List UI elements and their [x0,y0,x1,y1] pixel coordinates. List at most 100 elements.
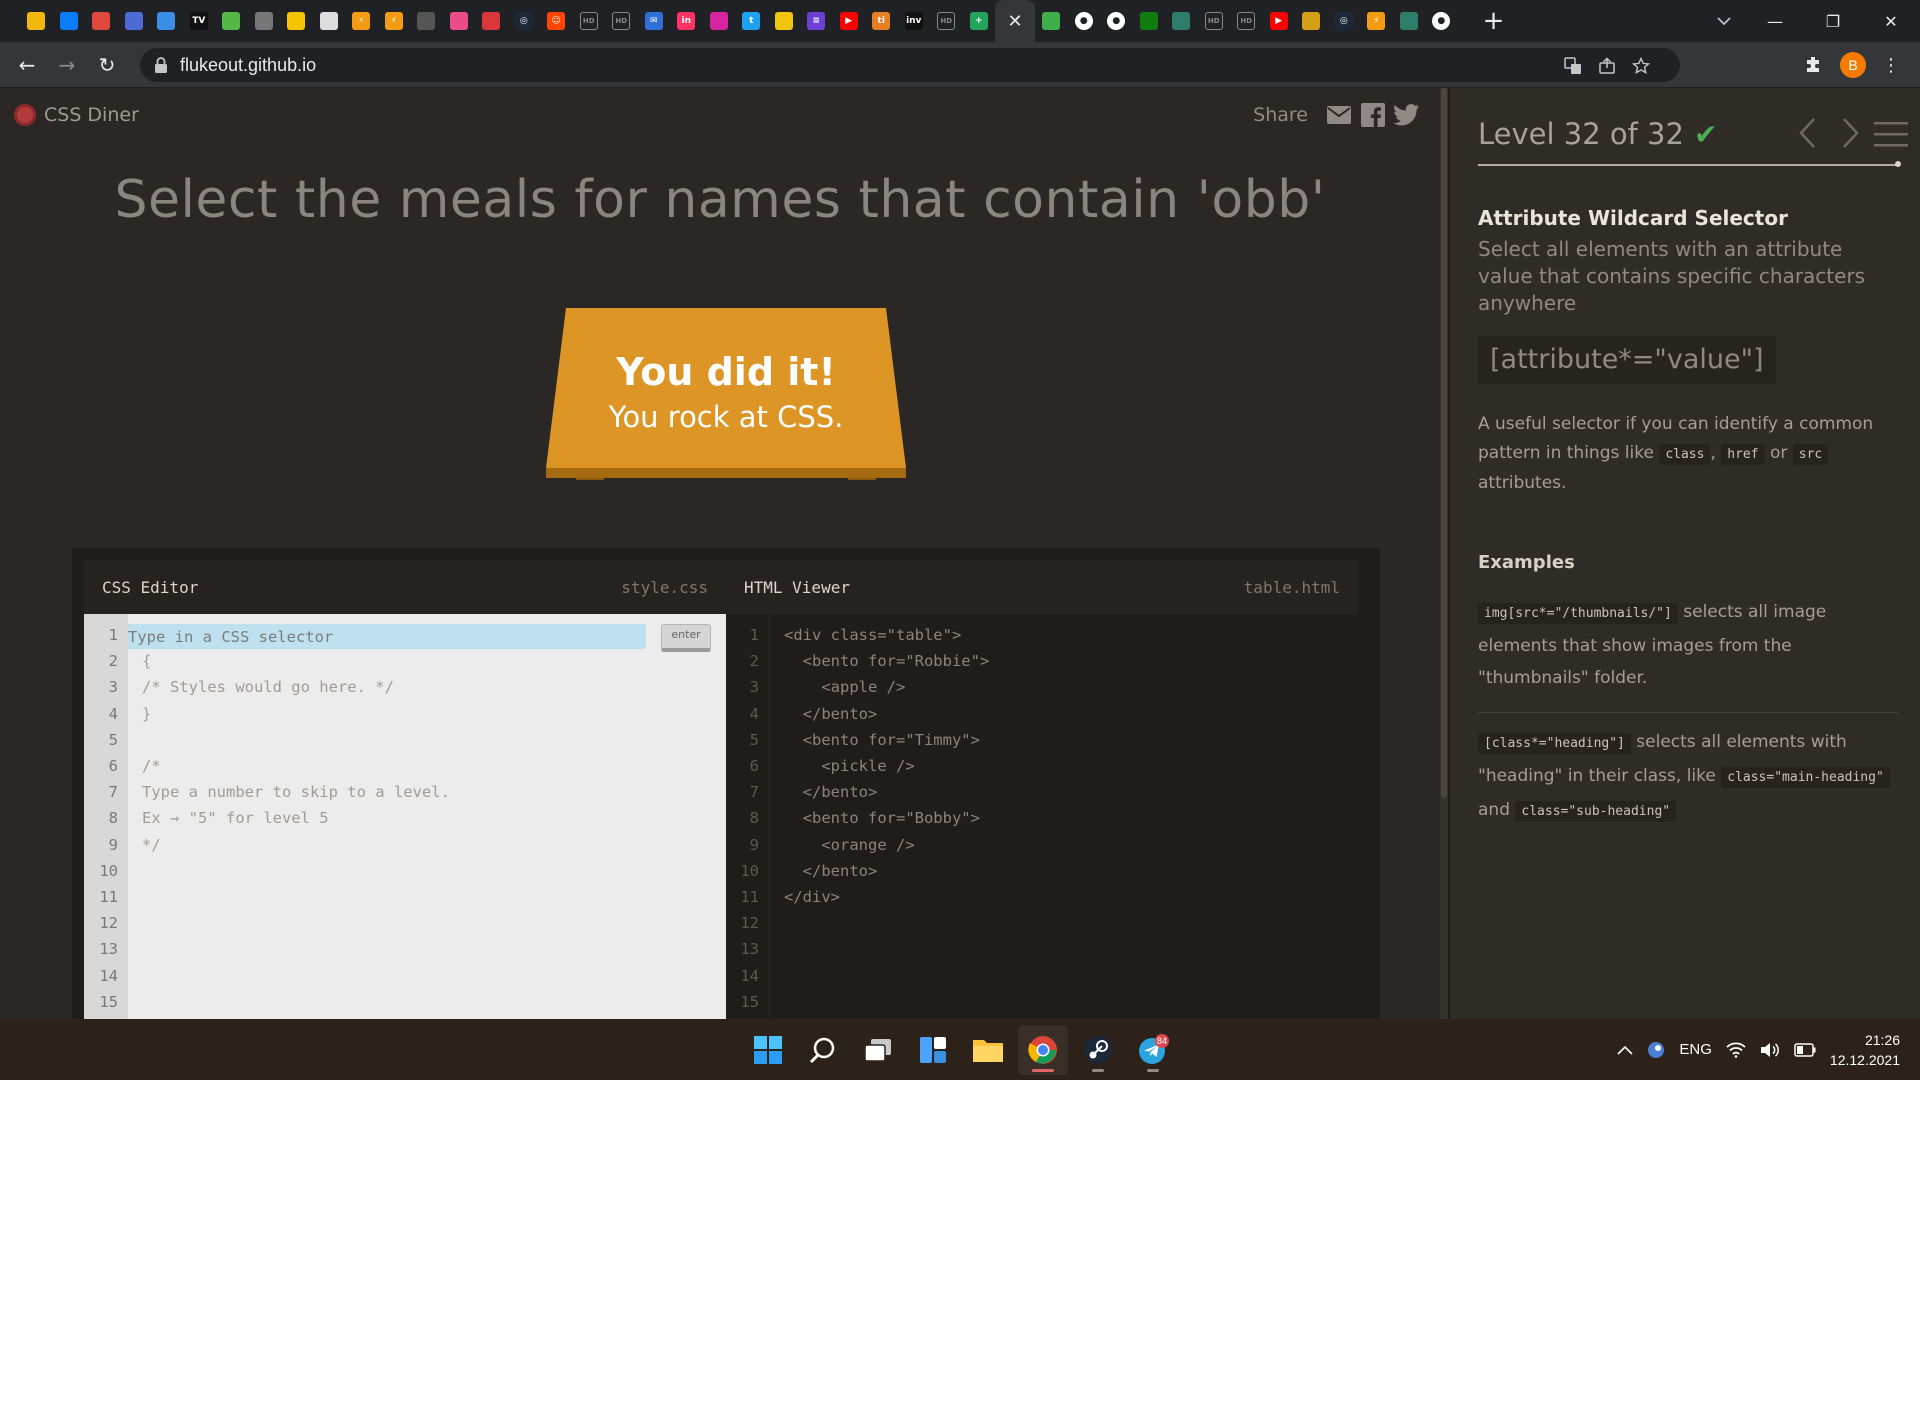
html-code-line[interactable]: </bento> [784,858,1358,884]
html-code-line[interactable]: <bento for="Bobby"> [784,805,1358,831]
close-tab-icon[interactable]: ✕ [1007,11,1022,32]
steam-icon[interactable] [1073,1025,1123,1075]
browser-tab[interactable]: ◎ [1328,0,1361,42]
search-icon[interactable] [798,1025,848,1075]
file-explorer-icon[interactable] [963,1025,1013,1075]
browser-tab[interactable] [1295,0,1328,42]
twitter-icon[interactable] [1394,102,1420,128]
level-menu-icon[interactable] [1874,120,1908,148]
extensions-icon[interactable] [1800,52,1826,78]
browser-tab[interactable]: ● [1425,0,1458,42]
browser-tab[interactable] [703,0,736,42]
browser-tab[interactable] [313,0,346,42]
next-level-icon[interactable] [1836,116,1864,150]
widgets-icon[interactable] [908,1025,958,1075]
browser-tab[interactable]: HD [1230,0,1263,42]
browser-tab[interactable]: HD [605,0,638,42]
browser-tab[interactable]: ▶ [1263,0,1296,42]
browser-tab[interactable]: ▶ [833,0,866,42]
steam-tray-icon[interactable] [1647,1041,1665,1059]
browser-tab[interactable]: ≡ [800,0,833,42]
browser-tab[interactable] [248,0,281,42]
browser-tab[interactable] [280,0,313,42]
battery-icon[interactable] [1794,1042,1816,1057]
browser-tab[interactable] [1133,0,1166,42]
chrome-icon[interactable] [1018,1025,1068,1075]
previous-level-icon[interactable] [1794,116,1822,150]
url-text[interactable]: flukeout.github.io [180,55,316,76]
restore-icon[interactable]: ❐ [1804,12,1862,31]
html-code-line[interactable] [784,963,1358,989]
html-code-line[interactable] [784,989,1358,1015]
enter-button[interactable]: enter [661,624,711,652]
browser-tab[interactable]: t [735,0,768,42]
html-code-line[interactable]: <apple /> [784,674,1358,700]
close-window-icon[interactable]: ✕ [1862,12,1920,31]
browser-tab[interactable] [150,0,183,42]
tray-overflow-icon[interactable] [1617,1045,1633,1055]
browser-tab[interactable]: HD [573,0,606,42]
browser-tab[interactable]: ◎ [508,0,541,42]
page-scrollbar-thumb[interactable] [1441,88,1447,798]
browser-tab[interactable] [475,0,508,42]
lock-icon[interactable] [154,57,168,73]
html-code-line[interactable]: </div> [784,884,1358,910]
profile-avatar[interactable]: B [1840,52,1866,78]
html-code-line[interactable]: <orange /> [784,832,1358,858]
windows-start-icon[interactable] [743,1025,793,1075]
language-indicator[interactable]: ENG [1679,1041,1712,1058]
page-scrollbar[interactable] [1440,88,1448,1019]
browser-tab[interactable]: ⚡ [1360,0,1393,42]
browser-menu-icon[interactable]: ⋮ [1878,52,1904,78]
browser-tab[interactable] [53,0,86,42]
browser-tab[interactable] [410,0,443,42]
html-code-line[interactable]: <bento for="Robbie"> [784,648,1358,674]
task-view-icon[interactable] [853,1025,903,1075]
browser-tab[interactable] [443,0,476,42]
browser-tab[interactable]: ✕ [995,0,1035,42]
browser-tab[interactable]: inv [898,0,931,42]
html-code-line[interactable]: <bento for="Timmy"> [784,727,1358,753]
html-code-line[interactable] [784,936,1358,962]
html-code-line[interactable]: <div class="table"> [784,622,1358,648]
wifi-icon[interactable] [1726,1042,1746,1058]
browser-tab[interactable]: ⚡ [345,0,378,42]
browser-tab[interactable]: ☺ [540,0,573,42]
share-page-icon[interactable] [1596,55,1618,77]
tab-search-icon[interactable] [1706,0,1742,42]
browser-tab[interactable]: ti [865,0,898,42]
html-code-line[interactable] [784,910,1358,936]
browser-tab[interactable] [768,0,801,42]
facebook-icon[interactable] [1360,102,1386,128]
new-tab-button[interactable]: + [1478,6,1510,36]
system-clock[interactable]: 21:26 12.12.2021 [1830,1030,1900,1070]
browser-tab[interactable]: ✉ [638,0,671,42]
browser-tab[interactable]: HD [1198,0,1231,42]
reload-icon[interactable]: ↻ [87,45,127,85]
browser-tab[interactable]: TV [183,0,216,42]
browser-tab[interactable] [1035,0,1068,42]
translate-icon[interactable] [1562,55,1584,77]
bookmark-star-icon[interactable] [1630,55,1652,77]
minimize-icon[interactable]: — [1746,12,1804,31]
browser-tab[interactable] [85,0,118,42]
browser-tab[interactable] [1393,0,1426,42]
forward-icon[interactable]: → [47,45,87,85]
browser-tab[interactable] [118,0,151,42]
browser-tab[interactable]: ● [1100,0,1133,42]
browser-tab[interactable] [1165,0,1198,42]
back-icon[interactable]: ← [7,45,47,85]
email-icon[interactable] [1326,102,1352,128]
browser-tab[interactable] [215,0,248,42]
html-code-line[interactable]: </bento> [784,701,1358,727]
logo[interactable]: CSS Diner [14,104,139,126]
telegram-icon[interactable]: 84 [1128,1025,1178,1075]
browser-tab[interactable]: HD [930,0,963,42]
volume-icon[interactable] [1760,1042,1780,1058]
html-code-line[interactable]: </bento> [784,779,1358,805]
browser-tab[interactable] [20,0,53,42]
browser-tab[interactable]: ● [1068,0,1101,42]
html-code-line[interactable]: <pickle /> [784,753,1358,779]
browser-tab[interactable]: ⚡ [378,0,411,42]
browser-tab[interactable]: in [670,0,703,42]
